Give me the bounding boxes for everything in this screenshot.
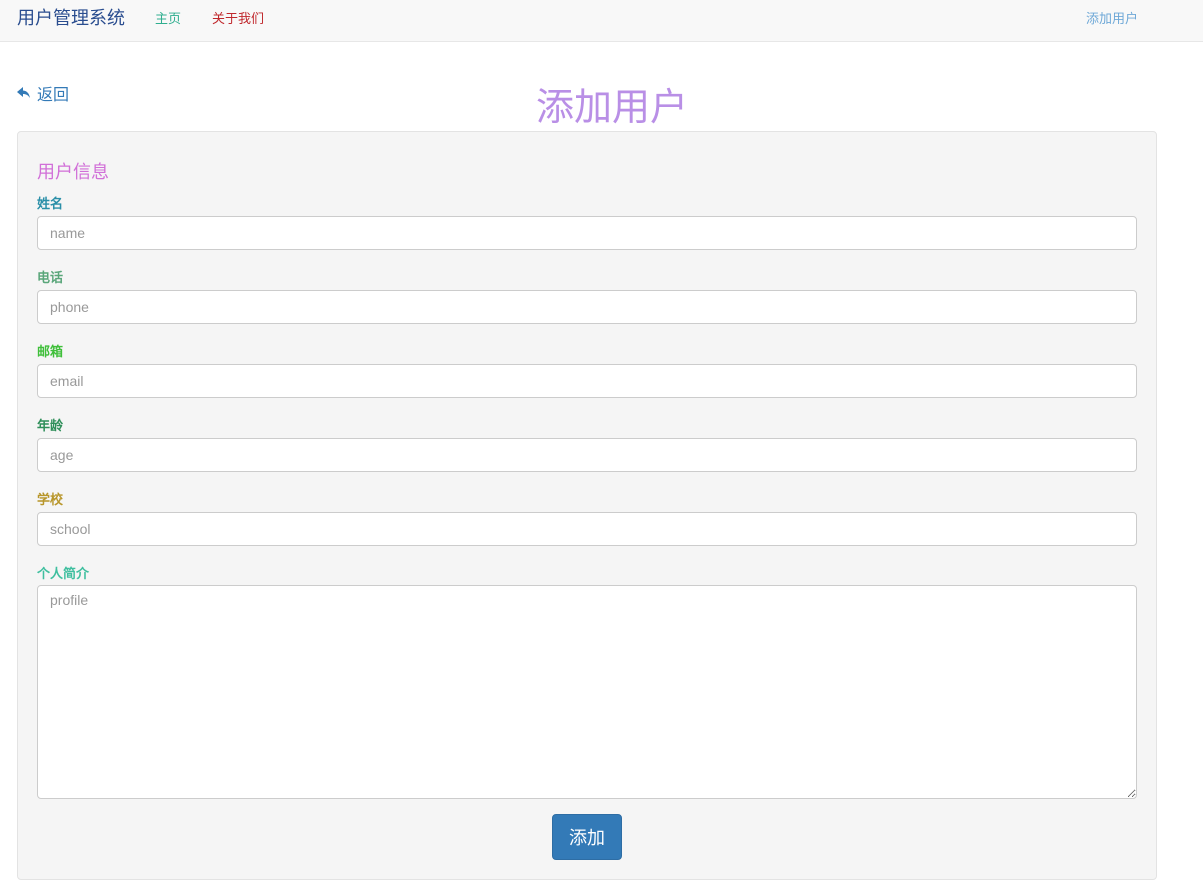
navbar: 用户管理系统 主页 关于我们 添加用户 [0,0,1203,42]
brand-link[interactable]: 用户管理系统 [17,4,125,30]
profile-textarea[interactable] [37,585,1137,799]
name-input[interactable] [37,216,1137,250]
email-input[interactable] [37,364,1137,398]
school-input[interactable] [37,512,1137,546]
form-legend: 用户信息 [37,162,109,183]
age-input[interactable] [37,438,1137,472]
add-button[interactable]: 添加 [552,814,622,860]
phone-input[interactable] [37,290,1137,324]
email-label: 邮箱 [37,345,64,360]
phone-label: 电话 [37,271,64,286]
profile-label: 个人简介 [37,567,90,582]
nav-link-add-user[interactable]: 添加用户 [1086,8,1138,27]
nav-link-about[interactable]: 关于我们 [212,8,264,27]
user-form-panel: 用户信息 姓名 电话 邮箱 年龄 学校 个人简介 添加 [17,131,1157,880]
name-label: 姓名 [37,197,64,212]
age-label: 年龄 [37,419,64,434]
page-title: 添加用户 [535,85,688,129]
school-label: 学校 [37,493,64,508]
nav-link-home[interactable]: 主页 [155,8,181,27]
